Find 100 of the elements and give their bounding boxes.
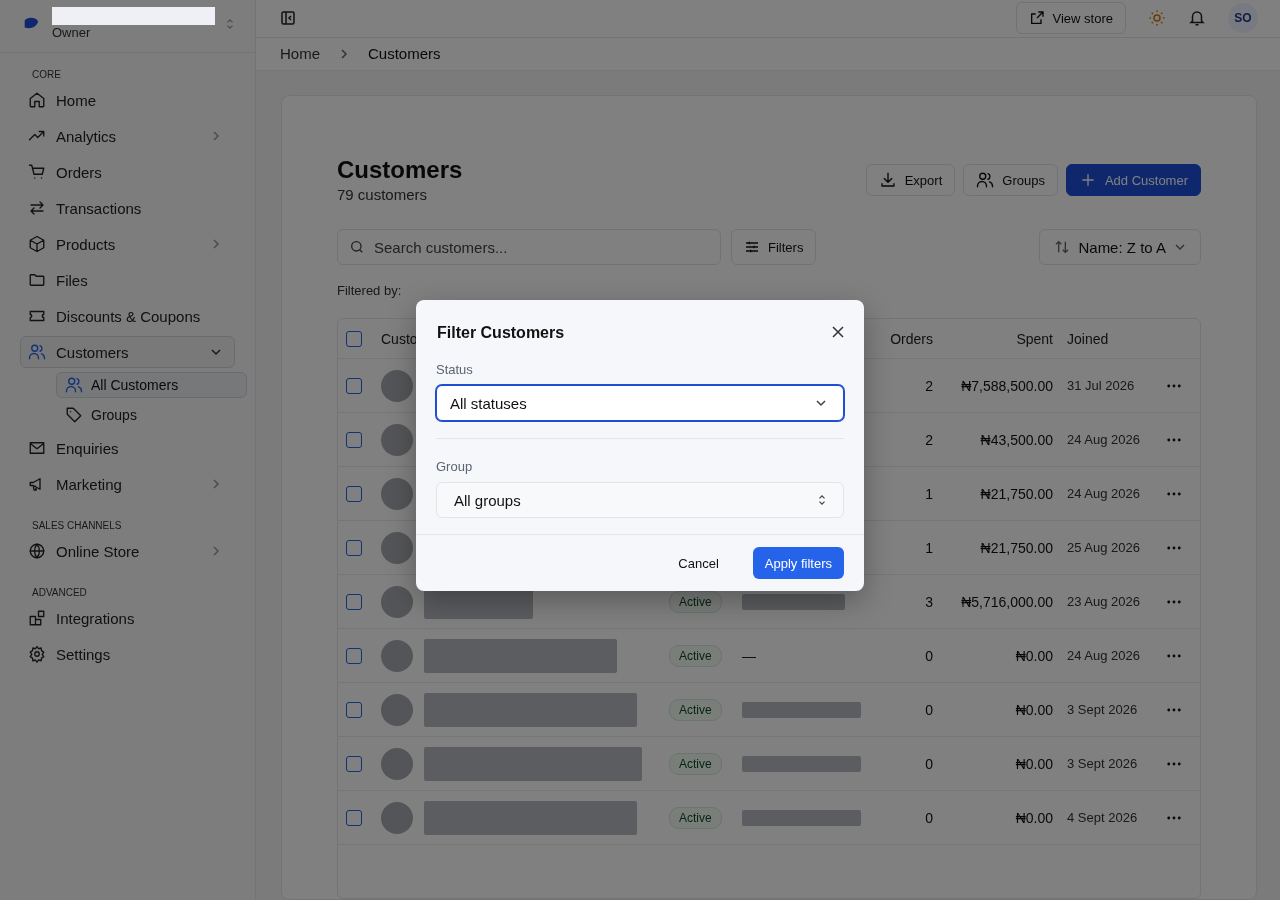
row-checkbox[interactable] (346, 431, 362, 448)
chevron-right-icon (338, 47, 350, 60)
sort-dropdown[interactable]: Name: Z to A (1039, 229, 1201, 265)
row-checkbox[interactable] (346, 539, 362, 556)
nav-item[interactable]: Products (20, 228, 235, 260)
nav-subitem[interactable]: Groups (56, 402, 247, 428)
page-title: Customers (337, 156, 463, 184)
row-checkbox[interactable] (346, 485, 362, 502)
table-cell-text: 23 Aug 2026 (1066, 594, 1142, 609)
swap-icon (28, 199, 46, 217)
table-cell-text: ₦7,588,500.00 (960, 377, 1053, 394)
row-checkbox[interactable] (346, 593, 362, 610)
tag-icon (65, 406, 83, 424)
field-label: Status (436, 362, 474, 377)
more-icon[interactable] (1167, 437, 1181, 442)
more-icon[interactable] (1167, 545, 1181, 550)
more-icon[interactable] (1167, 383, 1181, 388)
status-badge: Active (669, 806, 722, 829)
more-icon[interactable] (1167, 491, 1181, 496)
avatar (381, 747, 413, 780)
more-icon[interactable] (1167, 599, 1181, 604)
nav-item[interactable]: Orders (20, 156, 235, 188)
more-icon[interactable] (1167, 653, 1181, 658)
nav-item[interactable]: Home (20, 84, 235, 116)
mail-icon (28, 439, 46, 457)
chevron-right-icon (210, 238, 222, 250)
store-role: Owner (52, 25, 91, 40)
cart-icon (28, 163, 46, 181)
table-cell-text: 2 (924, 431, 933, 448)
avatar (381, 585, 413, 618)
select-all-checkbox[interactable] (346, 330, 362, 347)
chevron-down-icon (815, 397, 827, 409)
more-icon[interactable] (1167, 761, 1181, 766)
table-cell-text: 24 Aug 2026 (1066, 486, 1142, 501)
close-icon[interactable] (832, 326, 844, 338)
table-cell-text: 0 (924, 647, 933, 664)
user-avatar[interactable]: SO (1228, 3, 1258, 34)
status-select[interactable]: All statuses (436, 385, 844, 421)
row-checkbox[interactable] (346, 701, 362, 718)
more-icon[interactable] (1167, 815, 1181, 820)
row-checkbox[interactable] (346, 809, 362, 826)
group-select[interactable]: All groups (436, 482, 844, 518)
breadcrumb-item: Customers (368, 45, 441, 63)
nav-item[interactable]: Enquiries (20, 432, 235, 464)
cancel-button[interactable]: Cancel (658, 547, 739, 579)
section-label: SALES CHANNELS (31, 520, 123, 533)
sort-icon (1054, 239, 1071, 255)
table-cell-text: 24 Aug 2026 (1066, 432, 1142, 447)
external-link-icon (1028, 10, 1045, 27)
chevron-down-icon (1174, 241, 1186, 253)
export-button[interactable]: Export (865, 164, 956, 196)
view-store-button[interactable]: View store (1015, 2, 1126, 35)
table-cell-text: ₦0.00 (1014, 755, 1053, 772)
table-cell-text: 25 Aug 2026 (1066, 540, 1142, 555)
nav-item[interactable]: Settings (20, 638, 235, 670)
table-cell: — (742, 647, 756, 664)
nav-item[interactable]: Files (20, 264, 235, 296)
avatar (381, 369, 413, 402)
groups-button[interactable]: Groups (963, 164, 1058, 196)
search-field[interactable]: Search customers... (337, 229, 721, 265)
table-cell-text: 24 Aug 2026 (1066, 648, 1142, 663)
nav-item[interactable]: Transactions (20, 192, 235, 224)
nav-item[interactable]: Customers (20, 336, 235, 368)
chevron-right-icon (210, 130, 222, 142)
chevron-right-icon (210, 545, 222, 557)
status-badge: Active (669, 698, 722, 721)
nav-item[interactable]: Discounts & Coupons (20, 300, 235, 332)
table-cell-text: 3 Sept 2026 (1066, 756, 1139, 771)
table-cell-text: 3 Sept 2026 (1066, 702, 1139, 717)
avatar (381, 801, 413, 834)
gear-icon (28, 645, 46, 663)
sliders-icon (744, 239, 760, 255)
filters-button[interactable]: Filters (731, 229, 817, 265)
avatar (381, 423, 413, 456)
table-cell-text: 1 (924, 539, 933, 556)
nav-item[interactable]: Marketing (20, 468, 235, 500)
nav-item[interactable]: Integrations (20, 602, 235, 634)
row-checkbox[interactable] (346, 377, 362, 394)
nav-item[interactable]: Online Store (20, 535, 235, 567)
bell-icon[interactable] (1188, 9, 1206, 28)
sidebar-toggle-icon[interactable] (280, 10, 296, 27)
nav-item[interactable]: Analytics (20, 120, 235, 152)
avatar (381, 639, 413, 672)
avatar (381, 693, 413, 726)
status-badge: Active (669, 590, 722, 613)
more-icon[interactable] (1167, 707, 1181, 712)
breadcrumb-item[interactable]: Home (280, 45, 320, 63)
row-checkbox[interactable] (346, 647, 362, 664)
add-customer-button[interactable]: Add Customer (1065, 164, 1201, 196)
nav-subitem[interactable]: All Customers (56, 372, 247, 398)
table-cell-text: 2 (924, 377, 933, 394)
apply-filters-button[interactable]: Apply filters (752, 547, 844, 579)
table-cell-text: ₦5,716,000.00 (960, 593, 1053, 610)
table-cell-text: ₦21,750.00 (979, 539, 1053, 556)
table-cell-text: 3 (924, 593, 933, 610)
table-cell-text: ₦0.00 (1014, 809, 1053, 826)
download-icon (878, 171, 897, 189)
table-cell-text: ₦0.00 (1014, 647, 1053, 664)
row-checkbox[interactable] (346, 755, 362, 772)
customer-count: 79 customers (337, 186, 429, 203)
